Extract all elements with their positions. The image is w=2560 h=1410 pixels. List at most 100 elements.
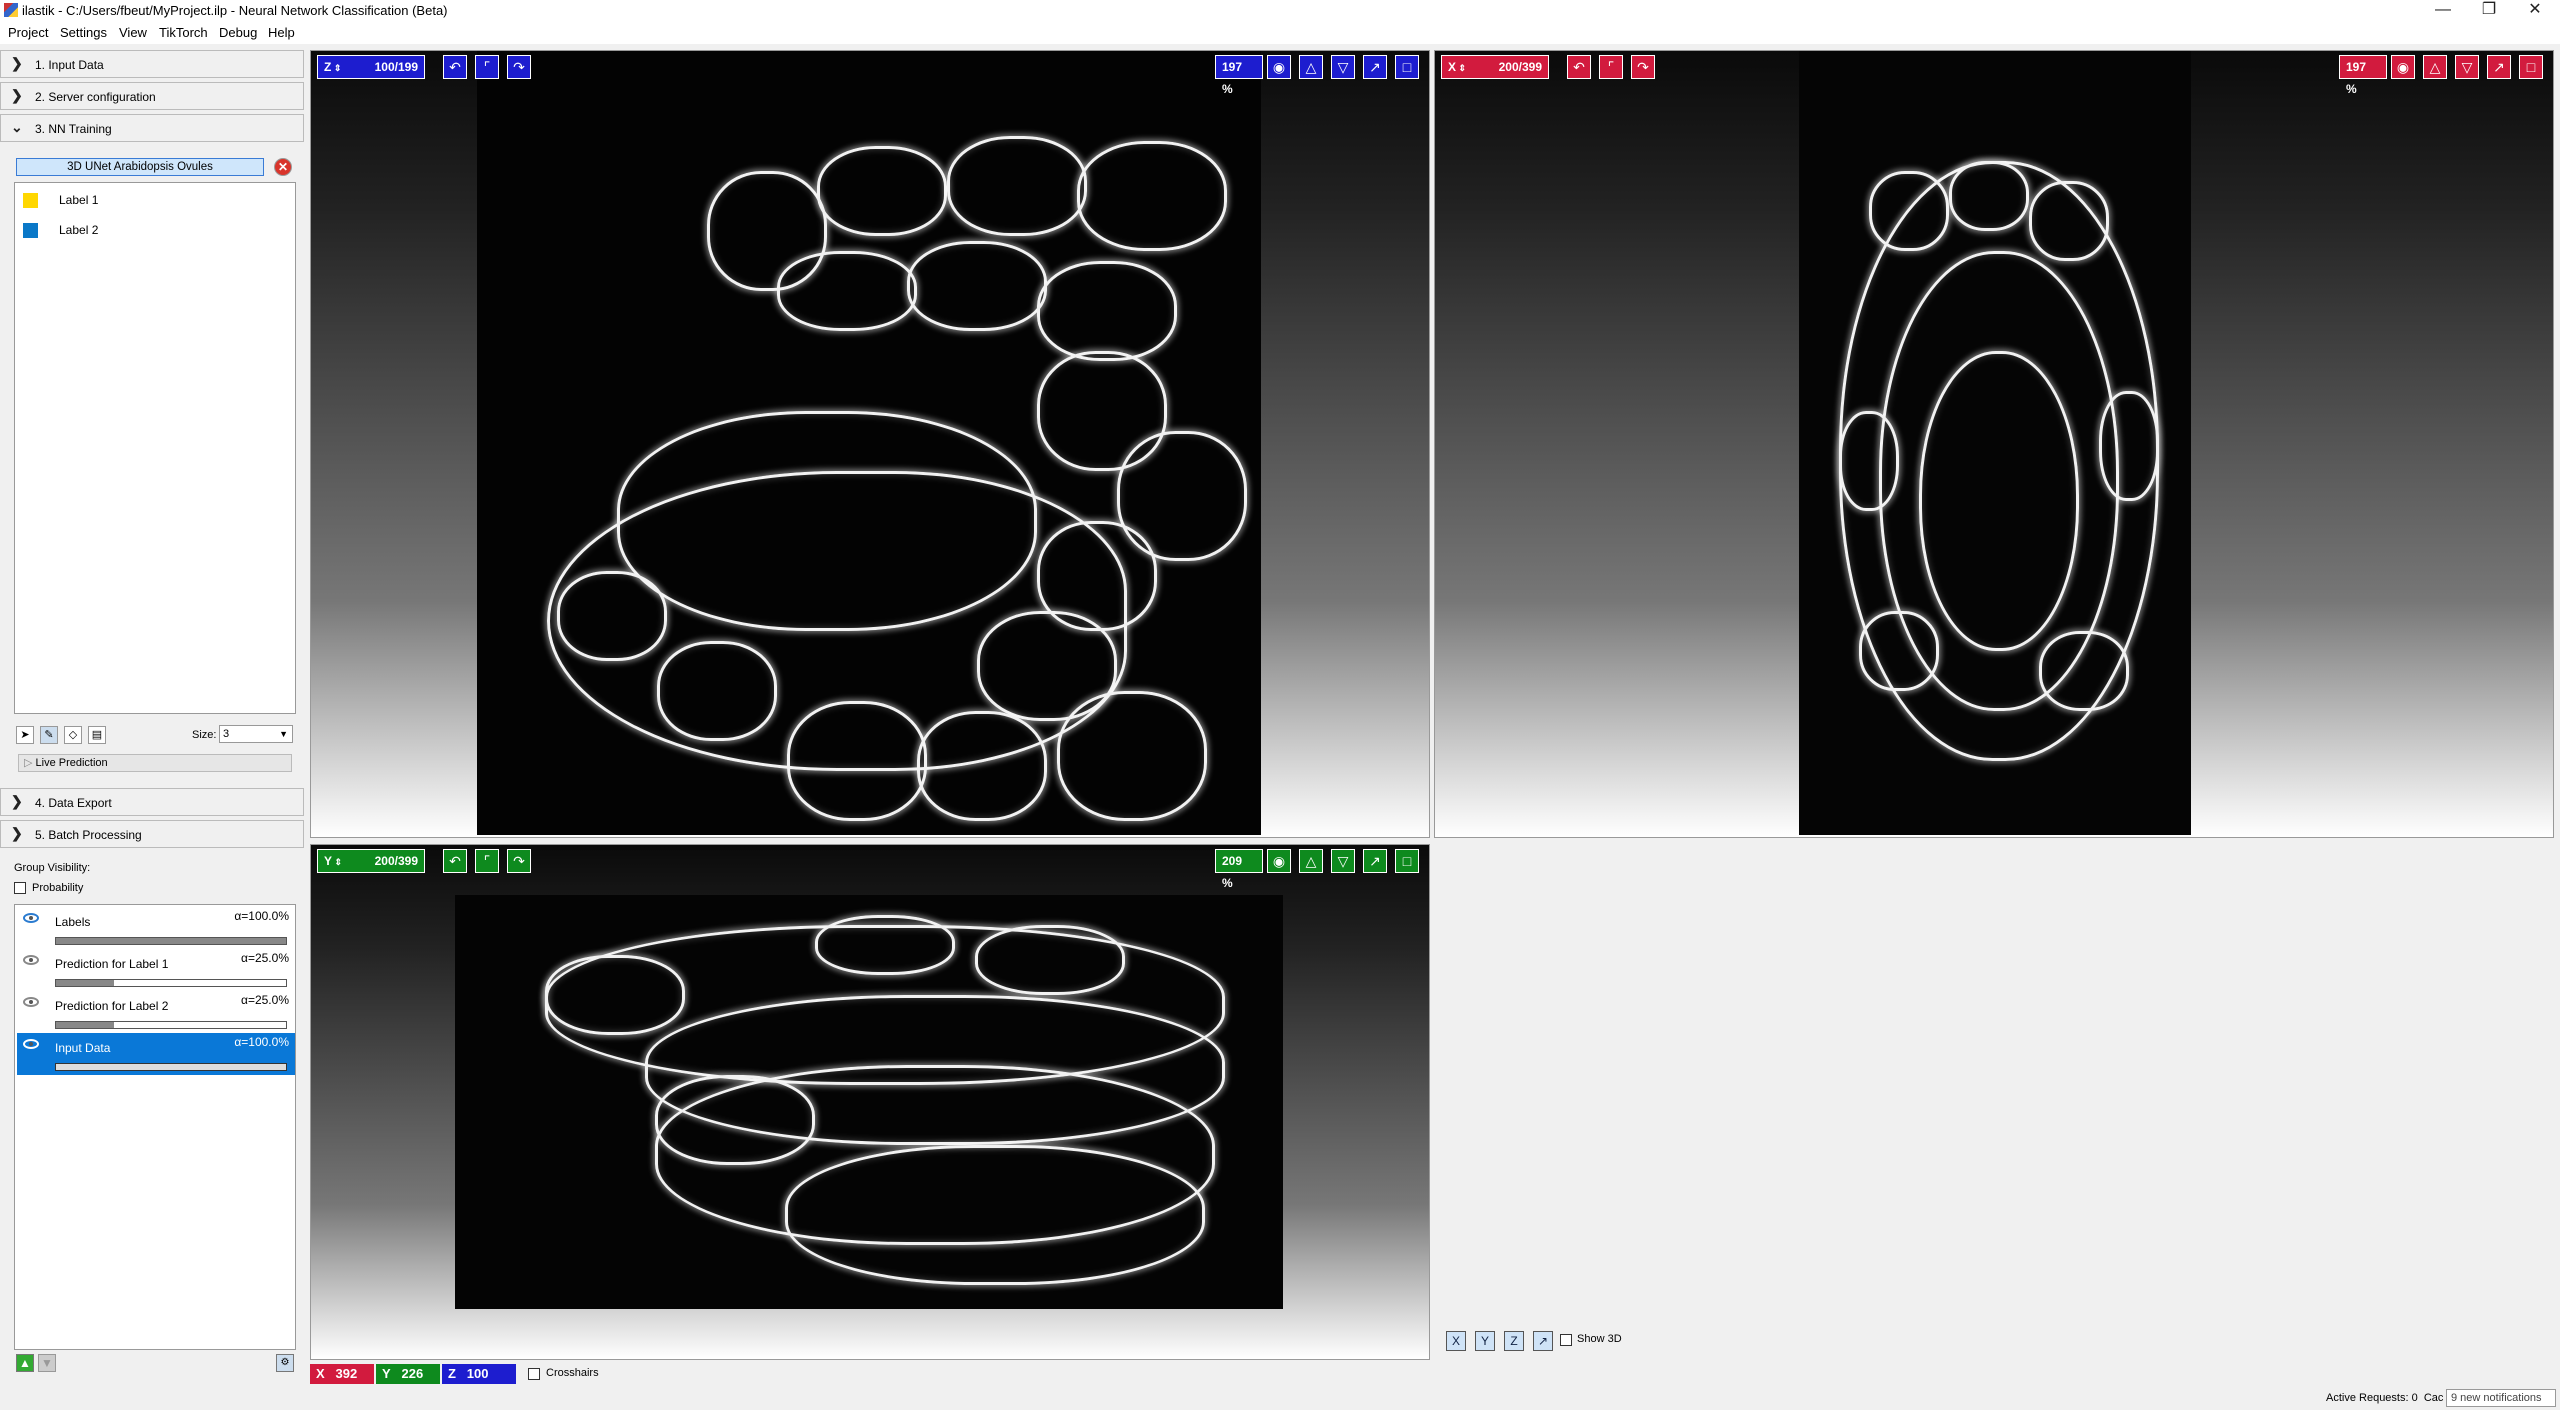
- slice-up-icon[interactable]: △: [1299, 55, 1323, 79]
- window-title: ilastik - C:/Users/fbeut/MyProject.ilp -…: [22, 3, 448, 18]
- toggle-z-view-button[interactable]: Z: [1504, 1331, 1524, 1351]
- chevron-down-icon: ▼: [279, 729, 288, 739]
- fit-view-icon[interactable]: □: [2519, 55, 2543, 79]
- slice-indicator-x[interactable]: X ⇕ 200/399: [1441, 55, 1549, 79]
- rotate-left-icon[interactable]: ↶: [443, 849, 467, 873]
- slice-down-icon[interactable]: ▽: [1331, 55, 1355, 79]
- group-visibility-label: Group Visibility:: [14, 862, 91, 874]
- zoom-level-x[interactable]: 197 %: [2339, 55, 2387, 96]
- navigation-tool-icon[interactable]: ➤: [16, 726, 34, 744]
- notifications-button[interactable]: 9 new notifications: [2446, 1389, 2556, 1407]
- opacity-slider[interactable]: [55, 1021, 287, 1029]
- opacity-slider[interactable]: [55, 937, 287, 945]
- model-name-field[interactable]: 3D UNet Arabidopsis Ovules: [16, 158, 264, 176]
- maximize-3d-icon[interactable]: ↗: [1533, 1331, 1553, 1351]
- eye-icon[interactable]: [23, 997, 39, 1007]
- chevron-right-icon: ❯: [11, 793, 23, 809]
- applet-data-export[interactable]: ❯ 4. Data Export: [0, 788, 304, 816]
- label-row-1[interactable]: Label 1: [19, 187, 115, 213]
- swap-axes-icon[interactable]: ⌜: [475, 849, 499, 873]
- toggle-y-view-button[interactable]: Y: [1475, 1331, 1495, 1351]
- toggle-x-view-button[interactable]: X: [1446, 1331, 1466, 1351]
- slice-down-icon[interactable]: ▽: [1331, 849, 1355, 873]
- slice-down-icon[interactable]: ▽: [2455, 55, 2479, 79]
- menu-settings[interactable]: Settings: [60, 25, 107, 40]
- screenshot-icon[interactable]: ◉: [2391, 55, 2415, 79]
- opacity-slider[interactable]: [55, 979, 287, 987]
- applet-input-data[interactable]: ❯ 1. Input Data: [0, 50, 304, 78]
- move-layer-up-button[interactable]: ▲: [16, 1354, 34, 1372]
- show-3d-label: Show 3D: [1577, 1333, 1622, 1345]
- viewer-y[interactable]: Y ⇕ 200/399 ↶ ⌜ ↷ 209 % ◉ △ ▽ ↗ □: [310, 844, 1430, 1360]
- maximize-view-icon[interactable]: ↗: [2487, 55, 2511, 79]
- menu-help[interactable]: Help: [268, 25, 295, 40]
- app-icon: [4, 3, 18, 17]
- applet-nn-training[interactable]: ⌄ 3. NN Training: [0, 114, 304, 142]
- viewer-x[interactable]: X ⇕ 200/399 ↶ ⌜ ↷ 197 % ◉ △ ▽ ↗ □: [1434, 50, 2554, 838]
- label-list[interactable]: Label 1 Label 2: [14, 182, 296, 714]
- layer-labels[interactable]: Labels α=100.0%: [17, 907, 295, 949]
- probability-checkbox[interactable]: [14, 882, 26, 894]
- label-color-swatch[interactable]: [23, 223, 38, 238]
- minimize-button[interactable]: —: [2420, 0, 2466, 22]
- rotate-right-icon[interactable]: ↷: [507, 55, 531, 79]
- size-label: Size:: [192, 729, 217, 741]
- layer-list[interactable]: Labels α=100.0% Prediction for Label 1 α…: [14, 904, 296, 1350]
- title-bar: ilastik - C:/Users/fbeut/MyProject.ilp -…: [0, 0, 2560, 22]
- remove-model-button[interactable]: ✕: [274, 158, 292, 176]
- slice-indicator-z[interactable]: Z ⇕ 100/199: [317, 55, 425, 79]
- menu-project[interactable]: Project: [8, 25, 48, 40]
- close-window-button[interactable]: ✕: [2512, 0, 2558, 22]
- slice-image-y: [455, 895, 1283, 1309]
- slice-up-icon[interactable]: △: [1299, 849, 1323, 873]
- screenshot-icon[interactable]: ◉: [1267, 849, 1291, 873]
- probability-label: Probability: [32, 882, 84, 894]
- chevron-down-icon: ⌄: [11, 119, 23, 135]
- slice-indicator-y[interactable]: Y ⇕ 200/399: [317, 849, 425, 873]
- brush-tool-icon[interactable]: ✎: [40, 726, 58, 744]
- rotate-right-icon[interactable]: ↷: [1631, 55, 1655, 79]
- maximize-view-icon[interactable]: ↗: [1363, 55, 1387, 79]
- fit-view-icon[interactable]: □: [1395, 55, 1419, 79]
- rotate-right-icon[interactable]: ↷: [507, 849, 531, 873]
- swap-axes-icon[interactable]: ⌜: [475, 55, 499, 79]
- viewer-z[interactable]: Z ⇕ 100/199 ↶ ⌜ ↷ 197 % ◉ △ ▽ ↗ □: [310, 50, 1430, 838]
- menu-view[interactable]: View: [119, 25, 147, 40]
- menu-bar: Project Settings View TikTorch Debug Hel…: [0, 22, 2560, 44]
- crosshairs-label: Crosshairs: [546, 1367, 599, 1379]
- layer-prediction-label-1[interactable]: Prediction for Label 1 α=25.0%: [17, 949, 295, 991]
- slice-image-x: [1799, 51, 2191, 835]
- label-row-2[interactable]: Label 2: [19, 217, 115, 243]
- layer-input-data[interactable]: Input Data α=100.0%: [17, 1033, 295, 1075]
- applet-server-configuration[interactable]: ❯ 2. Server configuration: [0, 82, 304, 110]
- swap-axes-icon[interactable]: ⌜: [1599, 55, 1623, 79]
- opacity-slider[interactable]: [55, 1063, 287, 1071]
- eraser-tool-icon[interactable]: ◇: [64, 726, 82, 744]
- zoom-level-z[interactable]: 197 %: [1215, 55, 1263, 96]
- eye-icon[interactable]: [23, 913, 39, 923]
- show-3d-checkbox[interactable]: [1560, 1334, 1572, 1346]
- move-layer-down-button[interactable]: ▼: [38, 1354, 56, 1372]
- brush-size-select[interactable]: 3 ▼: [219, 725, 293, 743]
- live-prediction-button[interactable]: ▷ Live Prediction: [18, 754, 292, 772]
- restore-button[interactable]: ❐: [2466, 0, 2512, 22]
- maximize-view-icon[interactable]: ↗: [1363, 849, 1387, 873]
- applet-batch-processing[interactable]: ❯ 5. Batch Processing: [0, 820, 304, 848]
- eye-icon[interactable]: [23, 1039, 39, 1049]
- label-color-swatch[interactable]: [23, 193, 38, 208]
- eye-icon[interactable]: [23, 955, 39, 965]
- menu-debug[interactable]: Debug: [219, 25, 257, 40]
- menu-tiktorch[interactable]: TikTorch: [159, 25, 208, 40]
- fit-view-icon[interactable]: □: [1395, 849, 1419, 873]
- slice-up-icon[interactable]: △: [2423, 55, 2447, 79]
- layer-prediction-label-2[interactable]: Prediction for Label 2 α=25.0%: [17, 991, 295, 1033]
- zoom-level-y[interactable]: 209 %: [1215, 849, 1263, 890]
- rotate-left-icon[interactable]: ↶: [1567, 55, 1591, 79]
- layer-options-icon[interactable]: ⚙: [276, 1354, 294, 1372]
- chevron-right-icon: ❯: [11, 55, 23, 71]
- threshold-tool-icon[interactable]: ▤: [88, 726, 106, 744]
- screenshot-icon[interactable]: ◉: [1267, 55, 1291, 79]
- crosshairs-checkbox[interactable]: [528, 1368, 540, 1380]
- chevron-right-icon: ❯: [11, 87, 23, 103]
- rotate-left-icon[interactable]: ↶: [443, 55, 467, 79]
